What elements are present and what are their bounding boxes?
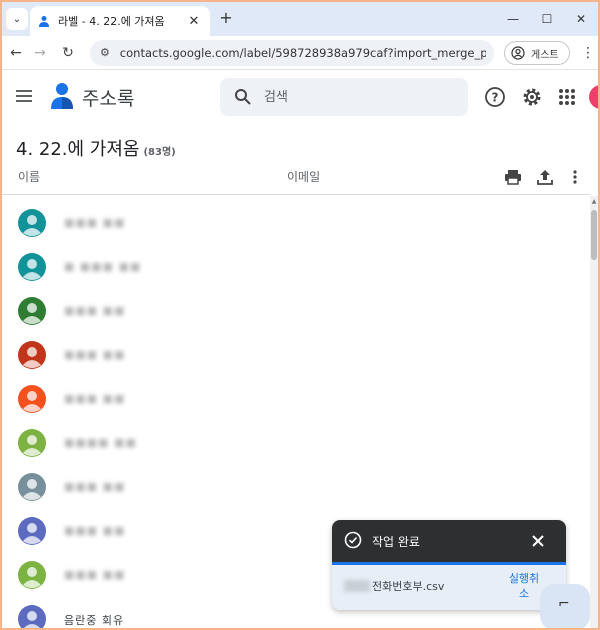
scroll-up-arrow-icon[interactable]: ▲ <box>591 198 597 206</box>
svg-text:?: ? <box>492 91 499 105</box>
snackbar-title: 작업 완료 <box>372 535 420 549</box>
apps-grid-icon[interactable] <box>556 86 578 108</box>
contact-avatar-icon <box>18 385 46 413</box>
label-title: 4. 22.에 가져옴 (83명) <box>16 135 176 161</box>
minimize-icon[interactable]: — <box>502 8 524 30</box>
more-options-icon[interactable] <box>566 168 584 186</box>
window-close-icon[interactable]: ✕ <box>570 8 592 30</box>
site-info-icon[interactable]: ⚙ <box>98 45 112 61</box>
search-box[interactable] <box>220 78 468 116</box>
tab-strip: ⌄ 라벨 - 4. 22.에 가져옴 ✕ + — ☐ ✕ <box>2 2 598 36</box>
maximize-icon[interactable]: ☐ <box>536 8 558 30</box>
create-contact-fab[interactable]: ⌐ <box>540 584 590 628</box>
contact-name: ■■■ ■■ <box>64 304 126 317</box>
fab-corner-icon: ⌐ <box>558 596 570 612</box>
settings-gear-icon[interactable] <box>521 86 543 108</box>
tab-close-icon[interactable]: ✕ <box>186 14 202 29</box>
contact-avatar-icon <box>18 561 46 589</box>
contact-row[interactable]: ■■■■ ■■ <box>2 422 590 466</box>
profile-icon <box>511 46 525 60</box>
contact-row[interactable]: ■■■ ■■ <box>2 378 590 422</box>
contact-row[interactable]: ■ ■■■ ■■ <box>2 246 590 290</box>
back-arrow-icon[interactable]: ← <box>6 43 26 63</box>
contact-avatar-icon <box>18 429 46 457</box>
contact-avatar-icon <box>18 473 46 501</box>
snackbar-body: 전화번호부.csv 실행취 소 <box>332 565 566 610</box>
column-divider <box>2 194 590 195</box>
app-header: 주소록 ? <box>2 70 598 126</box>
contact-name: ■■■ ■■ <box>64 524 126 537</box>
contact-name: 음란중 회유 <box>64 614 125 627</box>
redacted-filename-prefix <box>344 580 370 592</box>
label-name: 4. 22.에 가져옴 <box>16 139 140 160</box>
contact-name: ■■■■ ■■ <box>64 436 137 449</box>
export-upload-icon[interactable] <box>536 168 554 186</box>
contacts-logo-icon <box>51 83 73 109</box>
help-icon[interactable]: ? <box>484 86 506 108</box>
snackbar-close-icon[interactable] <box>528 531 548 551</box>
scrollbar-track[interactable] <box>590 196 598 628</box>
guest-profile-button[interactable]: 게스트 <box>504 41 570 65</box>
contact-avatar-icon <box>18 605 46 628</box>
label-count: (83명) <box>143 147 176 158</box>
contact-avatar-icon <box>18 517 46 545</box>
browser-window: ⌄ 라벨 - 4. 22.에 가져옴 ✕ + — ☐ ✕ ← → ↻ ⚙ con… <box>2 2 598 628</box>
tab-search-chevron-icon[interactable]: ⌄ <box>6 8 28 30</box>
tab-title: 라벨 - 4. 22.에 가져옴 <box>58 15 165 28</box>
forward-arrow-icon[interactable]: → <box>30 43 50 63</box>
snackbar-header: 작업 완료 <box>332 520 566 562</box>
url-text: contacts.google.com/label/598728938a979c… <box>119 46 486 60</box>
imported-file-name: 전화번호부.csv <box>372 580 445 593</box>
contact-row[interactable]: ■■■ ■■ <box>2 202 590 246</box>
browser-toolbar: ← → ↻ ⚙ contacts.google.com/label/598728… <box>2 36 598 70</box>
column-header-email[interactable]: 이메일 <box>287 168 320 185</box>
contact-avatar-icon <box>18 253 46 281</box>
import-complete-snackbar: 작업 완료 전화번호부.csv 실행취 소 <box>332 520 566 610</box>
hamburger-menu-icon[interactable] <box>14 86 34 106</box>
contact-name: ■■■ ■■ <box>64 480 126 493</box>
search-icon <box>235 89 251 105</box>
contact-name: ■ ■■■ ■■ <box>64 260 142 273</box>
app-title: 주소록 <box>82 88 135 110</box>
contact-row[interactable]: ■■■ ■■ <box>2 290 590 334</box>
column-header-name[interactable]: 이름 <box>18 168 40 185</box>
contact-name: ■■■ ■■ <box>64 568 126 581</box>
contact-name: ■■■ ■■ <box>64 348 126 361</box>
contact-row[interactable]: ■■■ ■■ <box>2 466 590 510</box>
contact-name: ■■■ ■■ <box>64 216 126 229</box>
print-icon[interactable] <box>504 168 522 186</box>
contacts-favicon-icon <box>39 16 49 27</box>
browser-menu-icon[interactable]: ⋮ <box>578 43 598 63</box>
address-bar[interactable]: ⚙ contacts.google.com/label/598728938a97… <box>90 40 494 66</box>
guest-label: 게스트 <box>531 49 559 61</box>
check-circle-icon <box>344 531 362 549</box>
account-avatar[interactable] <box>589 85 598 109</box>
scrollbar-thumb[interactable] <box>591 210 597 260</box>
new-tab-plus-icon[interactable]: + <box>216 8 236 28</box>
contact-row[interactable]: ■■■ ■■ <box>2 334 590 378</box>
contact-avatar-icon <box>18 209 46 237</box>
reload-icon[interactable]: ↻ <box>58 43 78 63</box>
search-input[interactable] <box>264 87 454 107</box>
contact-avatar-icon <box>18 341 46 369</box>
active-tab[interactable]: 라벨 - 4. 22.에 가져옴 ✕ <box>30 6 210 36</box>
contact-avatar-icon <box>18 297 46 325</box>
contact-name: ■■■ ■■ <box>64 392 126 405</box>
